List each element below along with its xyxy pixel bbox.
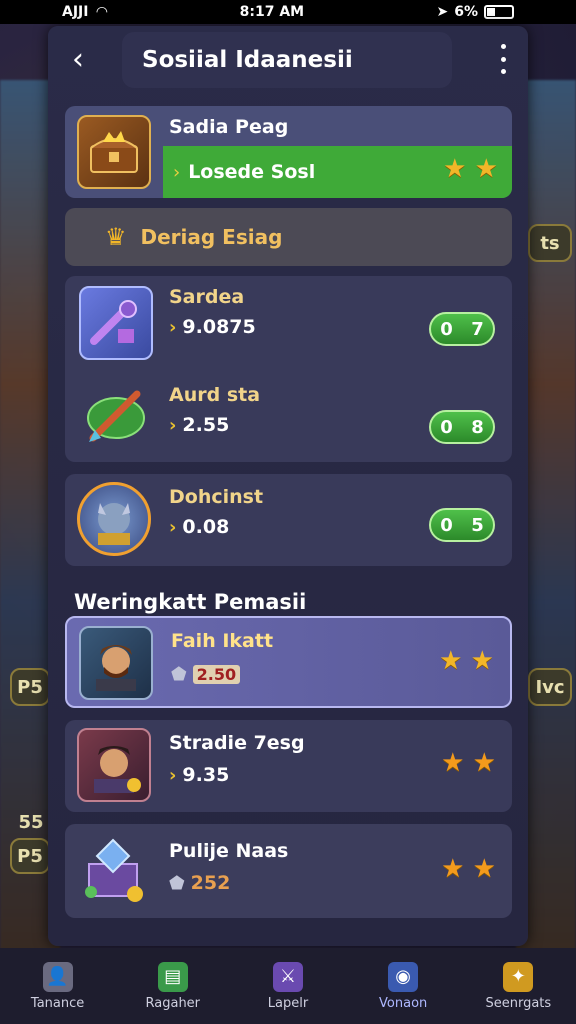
- chest-icon: ▤: [157, 961, 188, 992]
- avatar: [77, 728, 151, 802]
- chevron-right-icon: ›: [169, 316, 177, 338]
- battery-icon: [483, 5, 514, 19]
- chevron-right-icon: ›: [169, 764, 177, 786]
- nav-item-lapelr[interactable]: ⚔ Lapelr: [238, 961, 338, 1011]
- shield-icon: ⬟: [169, 872, 185, 894]
- list-row-name: Dohcinst: [169, 486, 264, 508]
- ranking-row[interactable]: Faih Ikatt ⬟ 2.50 ★ ★: [65, 616, 512, 708]
- ranking-value: ⬟ 252: [169, 872, 231, 894]
- crown-icon: ♛: [105, 223, 127, 251]
- score-badge[interactable]: 0 5: [429, 508, 495, 542]
- sword-game-icon: [79, 378, 153, 452]
- chevron-right-icon: ›: [173, 161, 181, 183]
- list-row-name: Sardea: [169, 286, 245, 308]
- list-row-value: › 2.55: [169, 414, 230, 436]
- gift-icon: ✦: [503, 961, 534, 992]
- user-icon: 👤: [42, 961, 73, 992]
- knight-avatar-icon: [77, 482, 151, 556]
- ranking-value: ⬟ 2.50: [171, 664, 241, 685]
- sword-icon: ⚔: [272, 961, 303, 992]
- list-row-name: Aurd sta: [169, 384, 261, 406]
- section-title: Weringkatt Pemasii: [74, 590, 307, 614]
- carrier-label: AJJI: [62, 4, 89, 20]
- list-row-value: › 9.0875: [169, 316, 256, 338]
- ranking-stars: ★ ★: [439, 646, 494, 676]
- nav-item-tanance[interactable]: 👤 Tanance: [8, 961, 108, 1011]
- status-bar: AJJI ◠ 8:17 AM ➤ 6%: [0, 0, 576, 24]
- featured-status-bar: › Losede Sosl ★ ★: [163, 146, 512, 198]
- score-badge[interactable]: 0 7: [429, 312, 495, 346]
- treasure-chest-icon: [77, 115, 151, 189]
- bg-chip: 55: [18, 811, 44, 833]
- list-row-value: › 0.08: [169, 516, 230, 538]
- clock: 8:17 AM: [239, 4, 305, 20]
- chevron-right-icon: ›: [169, 414, 177, 436]
- social-panel: ‹ Sosiial Idaanesii Sadia Peag › Losede …: [48, 26, 528, 946]
- featured-card[interactable]: Sadia Peag › Losede Sosl ★ ★: [65, 106, 512, 198]
- score-badge[interactable]: 0 8: [429, 410, 495, 444]
- featured-stars: ★ ★: [443, 154, 498, 184]
- ranking-row[interactable]: Stradie 7esg › 9.35 ★ ★: [65, 720, 512, 812]
- page-title: Sosiial Idaanesii: [122, 32, 452, 88]
- battery-percent: 6%: [454, 4, 478, 20]
- chevron-left-icon: ‹: [72, 41, 84, 77]
- location-icon: ➤: [436, 4, 449, 20]
- bg-chip: P5: [10, 838, 50, 874]
- wifi-icon: ◠: [96, 4, 108, 20]
- social-icon: ◉: [388, 961, 419, 992]
- ranking-stars: ★ ★: [441, 854, 496, 884]
- ranking-value: › 9.35: [169, 764, 230, 786]
- ranking-name: Faih Ikatt: [171, 630, 274, 652]
- nav-item-ragaher[interactable]: ▤ Ragaher: [123, 961, 223, 1011]
- back-button[interactable]: ‹: [48, 26, 108, 92]
- pipe-game-icon: [79, 286, 153, 360]
- banner-label: Deriag Esiag: [140, 225, 283, 249]
- more-vertical-icon[interactable]: [496, 44, 510, 74]
- ranking-stars: ★ ★: [441, 748, 496, 778]
- section-banner[interactable]: ♛ Deriag Esiag: [65, 208, 512, 266]
- nav-item-vonaon[interactable]: ◉ Vonaon: [353, 961, 453, 1011]
- chevron-right-icon: ›: [169, 516, 177, 538]
- bg-chip: P5: [10, 668, 50, 706]
- featured-status: Losede Sosl: [188, 161, 316, 183]
- stats-list-card: Dohcinst › 0.08 0 5: [65, 474, 512, 566]
- bg-chip: ts: [528, 224, 572, 262]
- shield-icon: ⬟: [171, 664, 187, 685]
- featured-name: Sadia Peag: [169, 116, 289, 138]
- ranking-name: Stradie 7esg: [169, 732, 305, 754]
- stats-list-card: Sardea › 9.0875 0 7 Aurd sta › 2.55 0 8: [65, 276, 512, 462]
- nav-item-seenrgats[interactable]: ✦ Seenrgats: [468, 961, 568, 1011]
- gem-chest-icon: [77, 832, 151, 906]
- panel-header: ‹ Sosiial Idaanesii: [48, 26, 528, 92]
- avatar: [79, 626, 153, 700]
- bottom-nav: 👤 Tanance ▤ Ragaher ⚔ Lapelr ◉ Vonaon ✦ …: [0, 948, 576, 1024]
- ranking-row[interactable]: Pulije Naas ⬟ 252 ★ ★: [65, 824, 512, 918]
- bg-chip: Ivc: [528, 668, 572, 706]
- ranking-name: Pulije Naas: [169, 840, 289, 862]
